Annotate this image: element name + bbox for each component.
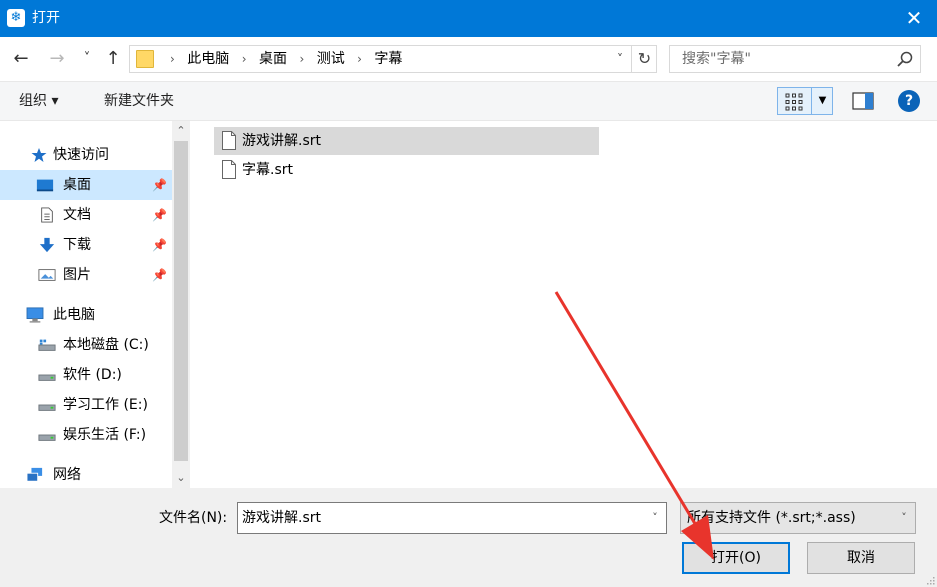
grid-view-icon <box>785 93 803 111</box>
drive-icon <box>38 434 56 441</box>
filetype-dropdown-button[interactable]: ˅ <box>893 503 915 533</box>
file-name: 游戏讲解.srt <box>242 133 321 149</box>
title-bar: ❄ 打开 ✕ <box>0 0 937 37</box>
pin-icon: 📌 <box>152 208 167 222</box>
file-name: 字幕.srt <box>242 162 293 178</box>
tree-item-drive-c[interactable]: 本地磁盘 (C:) <box>0 330 172 360</box>
back-button[interactable]: ← <box>10 47 32 71</box>
help-icon[interactable]: ? <box>898 90 920 112</box>
open-button[interactable]: 打开(O) <box>682 542 790 574</box>
drive-icon <box>38 404 56 411</box>
folder-icon <box>136 50 154 68</box>
computer-icon <box>26 307 44 323</box>
tree-item-label: 此电脑 <box>53 307 95 323</box>
breadcrumb-sep: › <box>357 52 362 66</box>
filename-label: 文件名(N): <box>159 510 228 526</box>
address-dropdown-button[interactable]: ˅ <box>609 46 631 72</box>
preview-pane-icon[interactable] <box>852 92 874 110</box>
tree-item-pictures[interactable]: 图片 📌 <box>0 260 172 290</box>
tree-item-label: 软件 (D:) <box>63 367 122 383</box>
desktop-icon <box>36 179 54 192</box>
command-toolbar: 组织 ▾ 新建文件夹 ▼ ? <box>0 81 937 121</box>
dialog-footer: 文件名(N): 游戏讲解.srt ˅ 所有支持文件 (*.srt;*.ass) … <box>0 488 937 587</box>
refresh-button[interactable]: ↻ <box>631 46 657 72</box>
pin-icon: 📌 <box>152 178 167 192</box>
tree-item-drive-e[interactable]: 学习工作 (E:) <box>0 390 172 420</box>
close-button[interactable]: ✕ <box>891 0 937 37</box>
view-dropdown-button[interactable]: ▼ <box>811 88 833 114</box>
tree-item-label: 下载 <box>63 237 91 253</box>
tree-item-label: 本地磁盘 (C:) <box>63 337 149 353</box>
tree-item-label: 图片 <box>63 267 91 283</box>
sidebar-scrollbar[interactable]: ⌃ ⌄ <box>172 121 190 488</box>
scroll-down-button[interactable]: ⌄ <box>172 468 190 488</box>
file-icon <box>222 160 236 179</box>
forward-button[interactable]: → <box>46 47 68 71</box>
breadcrumb-sep: › <box>299 52 305 66</box>
scrollbar-thumb[interactable] <box>174 141 188 461</box>
breadcrumb-sep: › <box>170 52 175 66</box>
breadcrumb: › 此电脑 › 桌面 › 测试 › 字幕 <box>162 46 402 72</box>
app-icon: ❄ <box>7 9 25 27</box>
view-options-button[interactable]: ▼ <box>777 87 833 115</box>
tree-item-documents[interactable]: 文档 📌 <box>0 200 172 230</box>
file-item[interactable]: 游戏讲解.srt <box>214 127 599 155</box>
breadcrumb-sep: › <box>241 52 247 66</box>
scroll-up-button[interactable]: ⌃ <box>172 121 190 141</box>
organize-menu[interactable]: 组织 ▾ <box>19 82 58 120</box>
tree-item-this-pc[interactable]: 此电脑 <box>0 300 172 330</box>
filename-dropdown-button[interactable]: ˅ <box>644 503 666 533</box>
window-title: 打开 <box>32 10 60 26</box>
filename-value: 游戏讲解.srt <box>242 510 321 526</box>
navigation-pane: 快速访问 桌面 📌 文档 📌 下载 📌 图片 📌 此电脑 本地磁盘 (C:) 软… <box>0 121 190 488</box>
search-icon[interactable] <box>896 50 914 68</box>
breadcrumb-item[interactable]: 测试 <box>317 46 345 72</box>
tree-item-drive-d[interactable]: 软件 (D:) <box>0 360 172 390</box>
file-item[interactable]: 字幕.srt <box>214 156 599 184</box>
search-placeholder: 搜索"字幕" <box>682 51 751 67</box>
system-drive-icon <box>38 339 56 351</box>
star-icon <box>31 148 47 162</box>
new-folder-button[interactable]: 新建文件夹 <box>104 82 174 120</box>
navigation-bar: ← → ˅ ↑ › 此电脑 › 桌面 › 测试 › 字幕 ˅ ↻ 搜索"字幕" <box>0 37 937 81</box>
tree-item-label: 学习工作 (E:) <box>63 397 148 413</box>
tree-item-downloads[interactable]: 下载 📌 <box>0 230 172 260</box>
cancel-button[interactable]: 取消 <box>807 542 915 574</box>
picture-icon <box>38 269 56 281</box>
tree-item-network[interactable]: 网络 <box>0 460 172 488</box>
tree-item-drive-f[interactable]: 娱乐生活 (F:) <box>0 420 172 450</box>
recent-locations-button[interactable]: ˅ <box>80 47 94 71</box>
pin-icon: 📌 <box>152 238 167 252</box>
filetype-select[interactable]: 所有支持文件 (*.srt;*.ass) ˅ <box>680 502 916 534</box>
tree-item-label: 桌面 <box>63 177 91 193</box>
tree-item-quick-access[interactable]: 快速访问 <box>0 140 172 170</box>
up-button[interactable]: ↑ <box>102 47 124 71</box>
pin-icon: 📌 <box>152 268 167 282</box>
filename-input[interactable]: 游戏讲解.srt ˅ <box>237 502 667 534</box>
file-icon <box>222 131 236 150</box>
tree-item-desktop[interactable]: 桌面 📌 <box>0 170 172 200</box>
address-bar[interactable]: › 此电脑 › 桌面 › 测试 › 字幕 ˅ ↻ <box>129 45 657 73</box>
download-icon <box>39 237 55 253</box>
drive-icon <box>38 374 56 381</box>
breadcrumb-item[interactable]: 字幕 <box>374 46 402 72</box>
file-list: 游戏讲解.srt 字幕.srt <box>190 121 937 488</box>
search-box[interactable]: 搜索"字幕" <box>669 45 921 73</box>
breadcrumb-item[interactable]: 此电脑 <box>187 46 229 72</box>
tree-item-label: 娱乐生活 (F:) <box>63 427 147 443</box>
tree-item-label: 网络 <box>53 467 81 483</box>
document-icon <box>41 207 53 223</box>
tree-item-label: 文档 <box>63 207 91 223</box>
network-icon <box>26 467 43 482</box>
breadcrumb-item[interactable]: 桌面 <box>259 46 287 72</box>
filetype-value: 所有支持文件 (*.srt;*.ass) <box>687 510 856 526</box>
tree-item-label: 快速访问 <box>53 147 109 163</box>
resize-grip[interactable] <box>925 575 935 585</box>
